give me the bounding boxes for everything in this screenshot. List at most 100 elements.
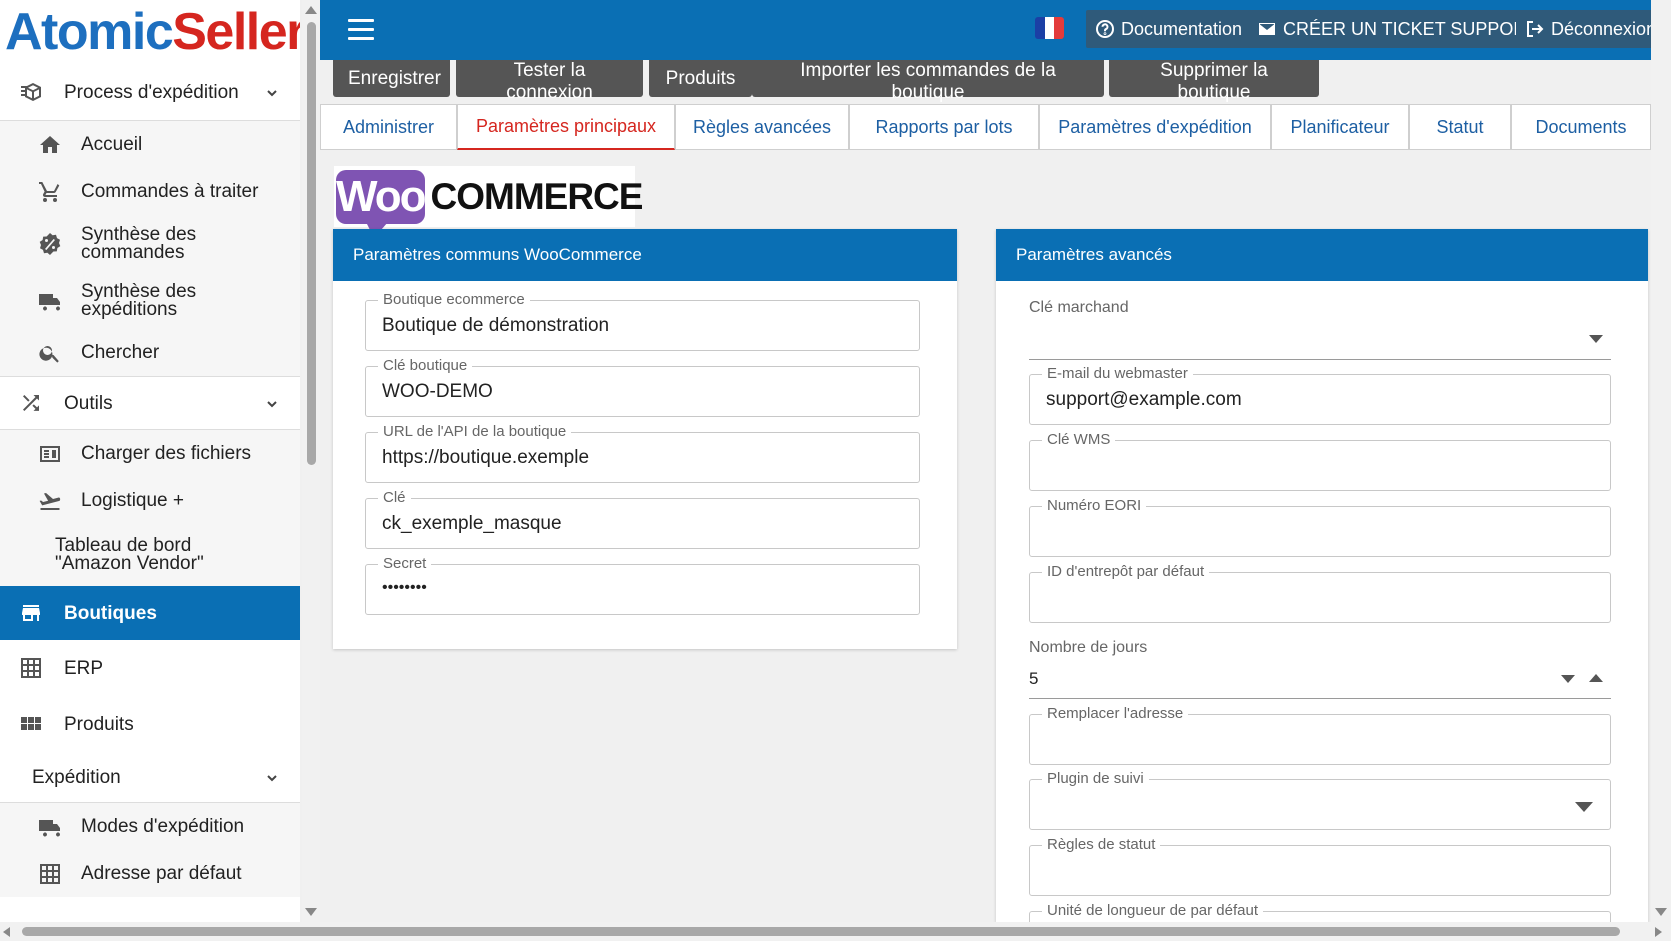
save-button[interactable]: Enregistrer: [333, 60, 450, 97]
tab-parametres-principaux[interactable]: Paramètres principaux: [457, 104, 675, 150]
tab-administrer[interactable]: Administrer: [320, 104, 457, 150]
sidebar-item-logistique[interactable]: Logistique +: [0, 477, 300, 524]
sidebar-item-label: Chercher: [81, 342, 160, 363]
wms-key-field[interactable]: Clé WMS: [1029, 431, 1611, 491]
sidebar-item-commandes[interactable]: Commandes à traiter: [0, 168, 300, 215]
field-label: Clé marchand: [1029, 299, 1129, 316]
sidebar-item-produits[interactable]: Produits: [0, 696, 300, 752]
sidebar-group-process[interactable]: Process d'expédition: [0, 64, 300, 120]
documentation-label: Documentation: [1121, 18, 1243, 39]
scroll-down-arrow-icon[interactable]: [305, 908, 317, 916]
import-orders-button[interactable]: Importer les commandes de la boutique: [752, 60, 1104, 103]
sidebar-item-accueil[interactable]: Accueil: [0, 121, 300, 168]
mail-icon: [1257, 19, 1277, 39]
apps-icon: [18, 711, 44, 737]
field-label: Secret: [378, 555, 432, 573]
sidebar-item-label: Accueil: [81, 134, 143, 155]
sidebar-item-erp[interactable]: ERP: [0, 640, 300, 696]
woocommerce-logo-text: COMMERCE: [430, 175, 644, 217]
cart-icon: [37, 179, 63, 205]
warehouse-id-field[interactable]: ID d'entrepôt par défaut: [1029, 563, 1611, 623]
sidebar-item-label: Tableau de bord "Amazon Vendor": [55, 535, 204, 574]
tab-regles-avancees[interactable]: Règles avancées: [675, 104, 849, 150]
tab-planificateur[interactable]: Planificateur: [1271, 104, 1409, 150]
field-value: 5: [1029, 669, 1039, 688]
cle-boutique-field[interactable]: Clé boutique WOO-DEMO: [365, 357, 920, 417]
boutique-ecommerce-field[interactable]: Boutique ecommerce Boutique de démonstra…: [365, 291, 920, 351]
decrement-arrow-icon[interactable]: [1561, 675, 1575, 683]
logout-button[interactable]: Déconnexion: [1516, 10, 1666, 48]
tab-documents[interactable]: Documents: [1511, 104, 1651, 150]
sidebar-item-chercher[interactable]: Chercher: [0, 329, 300, 376]
sidebar-item-synthese-commandes[interactable]: Synthèse des commandes: [0, 215, 300, 273]
products-button[interactable]: Produits: [649, 60, 752, 97]
sidebar-item-modes-expedition[interactable]: Modes d'expédition: [0, 803, 300, 850]
page-scrollbar[interactable]: [1651, 0, 1671, 922]
field-label: Nombre de jours: [1029, 639, 1148, 656]
sidebar-item-synthese-expeditions[interactable]: Synthèse des expéditions: [0, 273, 300, 329]
sidebar-item-charger-fichiers[interactable]: Charger des fichiers: [0, 430, 300, 477]
sidebar-group-outils-label: Outils: [64, 392, 113, 414]
brand-logo[interactable]: Atomic Seller: [0, 0, 300, 64]
field-label: URL de l'API de la boutique: [378, 423, 572, 441]
delete-shop-button[interactable]: Supprimer la boutique: [1109, 60, 1319, 103]
advanced-settings-panel: Paramètres avancés Clé marchand E-mail d…: [996, 229, 1648, 922]
field-label: Boutique ecommerce: [378, 291, 530, 309]
hamburger-icon[interactable]: [348, 19, 374, 41]
sidebar-group-outils[interactable]: Outils: [0, 377, 300, 429]
test-connection-button[interactable]: Tester la connexion: [456, 60, 643, 103]
sidebar-item-amazon-vendor[interactable]: Tableau de bord "Amazon Vendor": [0, 524, 300, 586]
tracking-plugin-select[interactable]: Plugin de suivi: [1029, 770, 1611, 830]
documentation-button[interactable]: Documentation: [1086, 10, 1252, 48]
field-label: ID d'entrepôt par défaut: [1042, 563, 1210, 581]
eori-number-field[interactable]: Numéro EORI: [1029, 497, 1611, 557]
scroll-up-arrow-icon[interactable]: [305, 6, 317, 14]
merchant-key-select[interactable]: Clé marchand: [1029, 299, 1611, 360]
france-flag-icon[interactable]: [1035, 17, 1064, 39]
sidebar: Atomic Seller Process d'expédition Accuei…: [0, 0, 300, 922]
sidebar-item-label: Synthèse des commandes: [81, 224, 197, 263]
create-ticket-label: CRÉER UN TICKET SUPPORT: [1283, 18, 1538, 39]
length-unit-select[interactable]: Unité de longueur de par défaut: [1029, 902, 1611, 922]
horizontal-scrollbar-thumb[interactable]: [22, 927, 1620, 936]
grid-icon: [37, 861, 63, 887]
tab-statut[interactable]: Statut: [1409, 104, 1511, 150]
sidebar-scrollbar-thumb[interactable]: [307, 22, 316, 465]
sidebar-item-adresse-defaut[interactable]: Adresse par défaut: [0, 850, 300, 897]
shuffle-icon: [18, 390, 44, 416]
sidebar-item-boutiques[interactable]: Boutiques: [0, 586, 300, 640]
upload-file-icon: [37, 441, 63, 467]
logout-icon: [1525, 19, 1545, 39]
increment-arrow-icon[interactable]: [1589, 674, 1603, 682]
tab-rapports-par-lots[interactable]: Rapports par lots: [849, 104, 1039, 150]
sidebar-item-label: Adresse par défaut: [81, 863, 242, 884]
truck-icon: [37, 814, 63, 840]
horizontal-scrollbar[interactable]: [0, 922, 1671, 941]
days-number-stepper[interactable]: Nombre de jours 5: [1029, 639, 1611, 699]
field-value: ••••••••: [382, 579, 427, 596]
process-icon: [18, 79, 44, 105]
api-url-field[interactable]: URL de l'API de la boutique https://bout…: [365, 423, 920, 483]
search-icon: [37, 340, 63, 366]
replace-address-field[interactable]: Remplacer l'adresse: [1029, 705, 1611, 765]
sidebar-group-expedition[interactable]: Expédition: [0, 752, 300, 802]
create-ticket-button[interactable]: CRÉER UN TICKET SUPPORT: [1248, 10, 1547, 48]
webmaster-email-field[interactable]: E-mail du webmaster support@example.com: [1029, 365, 1611, 425]
sidebar-item-label: Boutiques: [64, 602, 157, 624]
scroll-down-arrow-icon[interactable]: [1655, 908, 1667, 916]
chevron-down-icon: [266, 86, 278, 98]
sidebar-item-label: Commandes à traiter: [81, 181, 259, 202]
tab-parametres-expedition[interactable]: Paramètres d'expédition: [1039, 104, 1271, 150]
cle-field[interactable]: Clé ck_exemple_masque: [365, 489, 920, 549]
sidebar-scrollbar[interactable]: [302, 0, 320, 922]
woocommerce-logo: Woo COMMERCE: [334, 166, 643, 238]
grid-icon: [18, 655, 44, 681]
secret-field[interactable]: Secret ••••••••: [365, 555, 920, 615]
scroll-right-arrow-icon[interactable]: [1655, 927, 1662, 937]
sidebar-item-label: Modes d'expédition: [81, 816, 245, 837]
status-rules-field[interactable]: Règles de statut: [1029, 836, 1611, 896]
field-value: support@example.com: [1046, 389, 1242, 410]
woocommerce-logo-bubble: Woo: [336, 169, 426, 238]
field-label: Plugin de suivi: [1042, 770, 1149, 788]
scroll-left-arrow-icon[interactable]: [3, 927, 10, 937]
